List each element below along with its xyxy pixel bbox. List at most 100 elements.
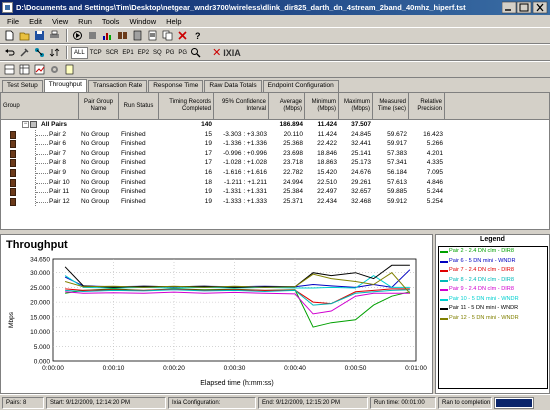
legend-label: Pair 10 - 5 DN mini - WNDR (449, 295, 519, 302)
cell-average: 24.994 (283, 178, 303, 186)
legend-list[interactable]: Pair 2 - 2.4 DN clm - DIR8 Pair 6 - 5 DN … (438, 246, 548, 389)
all-pairs-icon (30, 121, 37, 128)
chart-icon[interactable] (101, 29, 114, 42)
delete-icon[interactable] (176, 29, 189, 42)
legend-item[interactable]: Pair 10 - 5 DN mini - WNDR (439, 295, 547, 305)
legend-swatch (440, 298, 448, 301)
menu-help[interactable]: Help (161, 17, 186, 26)
col-average[interactable]: Average (Mbps) (269, 93, 305, 120)
status-bar: Pairs: 8 Start: 9/12/2009, 12:14:20 PM I… (0, 394, 550, 410)
tool-icon[interactable] (18, 46, 31, 59)
table-row[interactable]: Pair 2 No Group Finished 15 -3.303 : +3.303 2… (1, 129, 549, 140)
tab-throughput[interactable]: Throughput (43, 79, 87, 92)
table-row[interactable]: Pair 6 No Group Finished 19 -1.336 : +1.336 2… (1, 139, 549, 149)
cell-pair-name: Pair 11 (49, 188, 70, 196)
legend-item[interactable]: Pair 8 - 2.4 DN clm - DIR8 (439, 276, 547, 286)
menu-view[interactable]: View (47, 17, 73, 26)
cell-minimum: 22.510 (317, 178, 337, 186)
table-row[interactable]: Pair 9 No Group Finished 16 -1.616 : +1.616 2… (1, 167, 549, 178)
table-row[interactable]: Pair 11 No Group Finished 19 -1.331 : +1.331… (1, 187, 549, 197)
table-view-icon[interactable] (18, 63, 31, 76)
graph-view-icon[interactable] (33, 63, 46, 76)
cell-average: 25.384 (283, 188, 303, 196)
legend-item[interactable]: Pair 2 - 2.4 DN clm - DIR8 (439, 247, 547, 257)
filter-scr[interactable]: SCR (104, 47, 121, 59)
filter-all[interactable]: ALL (71, 46, 88, 59)
filter-tcp[interactable]: TCP (88, 47, 104, 59)
zoom-icon[interactable] (189, 46, 202, 59)
tab-endpoint-configuration[interactable]: Endpoint Configuration (262, 80, 339, 92)
cell-measured-time: 59.885 (387, 188, 407, 196)
settings-icon[interactable] (48, 63, 61, 76)
menu-file[interactable]: File (2, 17, 24, 26)
status-run-time: Run time: 00:01:00 (370, 396, 436, 409)
menu-edit[interactable]: Edit (24, 17, 47, 26)
menu-run[interactable]: Run (73, 17, 97, 26)
col-pair-group[interactable]: Pair Group Name (79, 93, 119, 120)
col-timing[interactable]: Timing Records Completed (159, 93, 214, 120)
pair-icon (10, 178, 16, 187)
help-icon[interactable]: ? (191, 29, 204, 42)
app-icon (2, 2, 13, 13)
open-folder-icon[interactable] (18, 29, 31, 42)
copy-icon[interactable] (161, 29, 174, 42)
col-relative-precision[interactable]: Relative Precision (409, 93, 445, 120)
table-row-all-pairs[interactable]: − All Pairs 140 186.894 11.424 37.507 (1, 120, 549, 130)
col-minimum[interactable]: Minimum (Mbps) (305, 93, 339, 120)
undo-icon[interactable] (3, 46, 16, 59)
minimize-button[interactable] (502, 1, 517, 14)
table-row[interactable]: Pair 12 No Group Finished 19 -1.333 : +1.333… (1, 196, 549, 207)
cell-relative-precision: 4.846 (426, 178, 443, 186)
network-icon[interactable] (33, 46, 46, 59)
col-measured-time[interactable]: Measured Time (sec) (373, 93, 409, 120)
table-row[interactable]: Pair 10 No Group Finished 18 -1.211 : +1.211… (1, 177, 549, 188)
save-icon[interactable] (33, 29, 46, 42)
legend-item[interactable]: Pair 7 - 2.4 DN clm - DIR8 (439, 266, 547, 276)
table-row[interactable]: Pair 7 No Group Finished 17 -0.996 : +0.996 2… (1, 148, 549, 159)
cell-run-status: Finished (121, 130, 146, 138)
all-pairs-maximum: 37.507 (351, 121, 371, 128)
legend-item[interactable]: Pair 6 - 5 DN mini - WNDR (439, 257, 547, 267)
cell-timing-records: 19 (204, 197, 212, 205)
collapse-icon[interactable]: − (22, 121, 29, 128)
filter-pg[interactable]: PG (164, 47, 177, 59)
cell-measured-time: 59.912 (387, 197, 407, 205)
legend-item[interactable]: Pair 12 - 5 DN mini - WNDR (439, 314, 547, 324)
tab-test-setup[interactable]: Test Setup (2, 80, 43, 92)
cell-maximum: 32.468 (351, 197, 371, 205)
tab-raw-data-totals[interactable]: Raw Data Totals (204, 80, 262, 92)
y-tick-label: 30.000 (30, 270, 50, 277)
filter-ep1[interactable]: EP1 (120, 47, 135, 59)
menu-tools[interactable]: Tools (97, 17, 125, 26)
menu-bar: File Edit View Run Tools Window Help (0, 15, 550, 27)
cell-measured-time: 57.613 (387, 178, 407, 186)
new-file-icon[interactable] (3, 29, 16, 42)
col-ci[interactable]: 95% Confidence Interval (214, 93, 269, 120)
filter-ep2[interactable]: EP2 (136, 47, 151, 59)
cell-relative-precision: 5.244 (426, 188, 443, 196)
tab-transaction-rate[interactable]: Transaction Rate (87, 80, 148, 92)
cell-minimum: 18.846 (317, 149, 337, 157)
filter-pg2[interactable]: PG (176, 47, 189, 59)
run-icon[interactable] (71, 29, 84, 42)
menu-window[interactable]: Window (124, 17, 161, 26)
tab-response-time[interactable]: Response Time (148, 80, 204, 92)
script-icon[interactable] (146, 29, 159, 42)
stop-icon[interactable] (86, 29, 99, 42)
print-icon[interactable] (48, 29, 61, 42)
tree-connector (35, 196, 49, 207)
col-maximum[interactable]: Maximum (Mbps) (339, 93, 373, 120)
pair-icon[interactable] (116, 29, 129, 42)
endpoint-icon[interactable] (131, 29, 144, 42)
col-group[interactable]: Group (1, 93, 79, 120)
legend-item[interactable]: Pair 11 - 5 DN mini - WNDR (439, 304, 547, 314)
grid-view-icon[interactable] (3, 63, 16, 76)
col-run-status[interactable]: Run Status (119, 93, 159, 120)
report-icon[interactable] (63, 63, 76, 76)
y-tick-label: 25.000 (30, 285, 50, 292)
table-row[interactable]: Pair 8 No Group Finished 17 -1.028 : +1.028 2… (1, 158, 549, 168)
sort-icon[interactable] (48, 46, 61, 59)
filter-sq[interactable]: SQ (151, 47, 164, 59)
cell-relative-precision: 5.254 (426, 197, 443, 205)
legend-item[interactable]: Pair 9 - 2.4 DN clm - DIR8 (439, 285, 547, 295)
